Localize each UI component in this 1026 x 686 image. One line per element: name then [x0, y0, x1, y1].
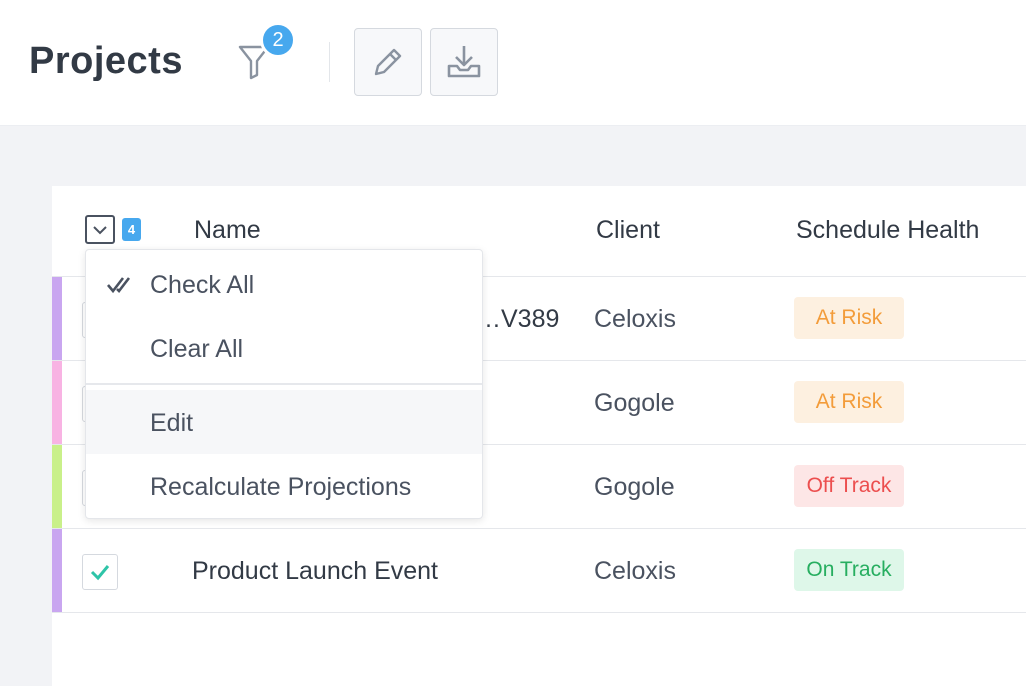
download-tray-icon — [447, 46, 481, 78]
pencil-icon — [374, 48, 402, 76]
menu-item-clear-all[interactable]: Clear All — [86, 316, 482, 380]
filter-count-badge: 2 — [260, 22, 296, 58]
table-row[interactable]: Product Launch Event Celoxis On Track — [52, 529, 1026, 613]
row-color-stripe — [52, 277, 62, 360]
download-button[interactable] — [430, 28, 498, 96]
status-badge: At Risk — [794, 297, 904, 339]
status-badge: Off Track — [794, 465, 904, 507]
menu-item-check-all[interactable]: Check All — [86, 252, 482, 316]
edit-button[interactable] — [354, 28, 422, 96]
menu-divider — [86, 383, 482, 385]
bulk-actions-menu: Check All Clear All Edit Recalculate Pro… — [85, 249, 483, 519]
row-color-stripe — [52, 529, 62, 612]
menu-item-edit[interactable]: Edit — [86, 390, 482, 454]
menu-item-label: Clear All — [150, 335, 244, 363]
menu-item-label: Check All — [150, 271, 255, 299]
status-badge: At Risk — [794, 381, 904, 423]
column-header-schedule-health[interactable]: Schedule Health — [796, 216, 979, 245]
status-badge: On Track — [794, 549, 904, 591]
toolbar-divider — [329, 42, 330, 82]
top-bar: Projects 2 — [0, 0, 1026, 126]
selected-count-badge: 4 — [122, 218, 141, 241]
menu-item-label: Edit — [150, 409, 194, 437]
client-name: Gogole — [594, 389, 675, 417]
project-name[interactable]: Product Launch Event — [192, 557, 438, 586]
client-name: Celoxis — [594, 305, 676, 333]
menu-item-recalculate-projections[interactable]: Recalculate Projections — [86, 454, 482, 518]
bulk-select-dropdown-toggle[interactable] — [85, 215, 115, 244]
project-name[interactable]: …V389 — [476, 305, 559, 334]
checkmark-icon — [90, 565, 110, 581]
menu-item-label: Recalculate Projections — [150, 473, 412, 501]
table-empty-area — [52, 613, 1026, 686]
row-color-stripe — [52, 361, 62, 444]
chevron-down-icon — [93, 225, 107, 234]
row-checkbox[interactable] — [82, 554, 118, 590]
double-check-icon — [107, 277, 131, 294]
client-name: Celoxis — [594, 557, 676, 585]
client-name: Gogole — [594, 473, 675, 501]
page-title: Projects — [29, 40, 183, 82]
row-color-stripe — [52, 445, 62, 528]
column-header-name[interactable]: Name — [194, 216, 261, 245]
column-header-client[interactable]: Client — [596, 216, 660, 245]
